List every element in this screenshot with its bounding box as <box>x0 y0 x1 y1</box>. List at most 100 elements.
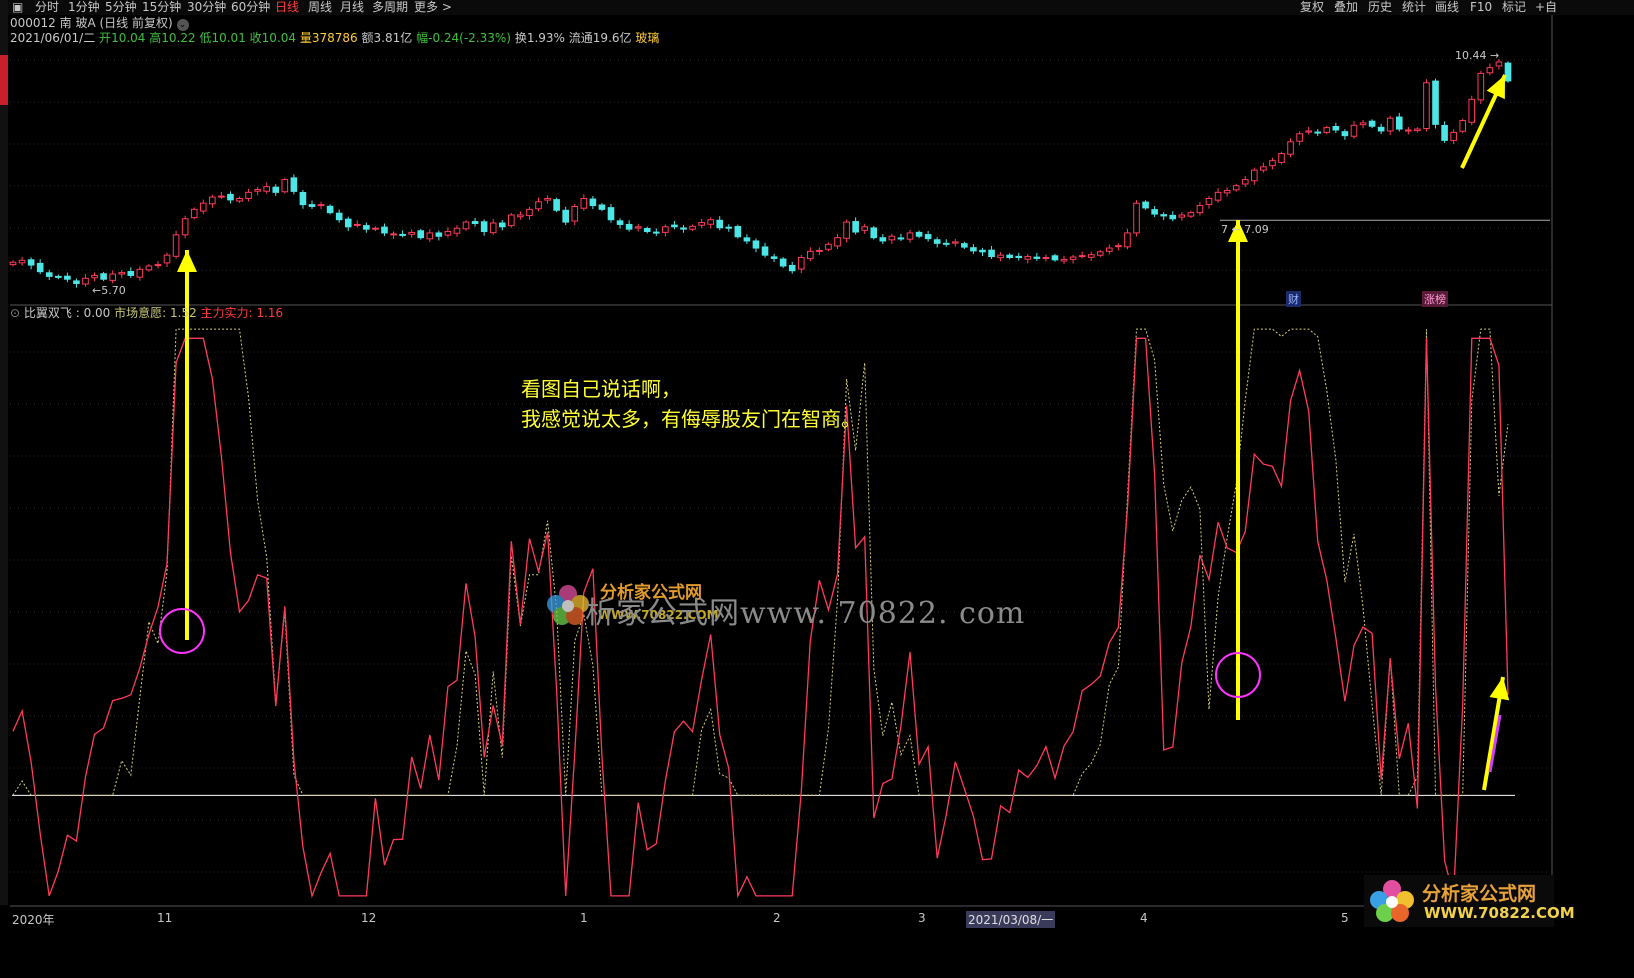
series1-label: 市场意愿: <box>114 306 170 320</box>
candle-body <box>1223 189 1231 194</box>
limit-up-tag[interactable]: 涨榜 <box>1422 291 1448 307</box>
candle-body <box>353 223 361 226</box>
candle-body <box>1414 128 1421 132</box>
corner-logo: 分析家公式网 WWW.70822.COM <box>1364 875 1575 927</box>
candle-body <box>598 204 606 210</box>
candle-body <box>1395 116 1403 130</box>
candlestick-series <box>9 58 1550 288</box>
candle-body <box>390 233 397 236</box>
financial-report-tag[interactable]: 财 <box>1286 291 1301 307</box>
candle-body <box>1124 232 1131 248</box>
candle-body <box>281 179 289 193</box>
high-price-mark: 10.44 → <box>1455 49 1500 62</box>
candle-body <box>924 234 932 240</box>
series2-value: 1.16 <box>256 306 284 320</box>
candle-body <box>671 224 678 228</box>
candle-body <box>1477 72 1485 101</box>
candle-body <box>680 227 687 230</box>
arrow-bottom-right-head <box>1489 677 1510 701</box>
annotation-text: 看图自己说话啊， 我感觉说太多，有侮辱股友门在智商。 <box>521 374 861 434</box>
flower-logo-icon <box>1370 880 1414 922</box>
candle-body <box>344 218 352 228</box>
candle-body <box>308 204 316 208</box>
mid-price-text: 7.09 <box>1244 223 1269 236</box>
indicator-settings-icon[interactable]: ⊙ <box>10 306 20 320</box>
candle-body <box>1341 131 1349 137</box>
candle-body <box>489 222 497 234</box>
candle-body <box>1160 214 1168 217</box>
candle-body <box>36 262 44 273</box>
candle-body <box>1151 209 1158 215</box>
annotation-line-1: 看图自己说话啊， <box>521 377 681 401</box>
candle-body <box>1314 131 1322 134</box>
candle-body <box>1006 254 1013 258</box>
x-axis-tick: 12 <box>361 911 377 925</box>
candle-body <box>616 220 624 225</box>
kline-and-indicator-chart <box>0 0 1553 907</box>
candle-body <box>1015 255 1023 259</box>
candle-body <box>82 277 89 285</box>
candle-body <box>571 206 579 222</box>
candle-body <box>1051 255 1059 261</box>
candle-body <box>1060 258 1068 262</box>
candle-body <box>961 243 968 248</box>
candle-body <box>1106 247 1113 252</box>
candle-body <box>381 226 388 234</box>
candle-body <box>1214 191 1222 201</box>
candle-body <box>18 259 26 264</box>
candle-body <box>1033 256 1041 259</box>
candle-body <box>643 228 651 233</box>
candle-body <box>181 218 189 236</box>
candle-body <box>580 197 588 209</box>
candle-body <box>1232 185 1240 191</box>
candle-body <box>199 202 207 212</box>
candle-body <box>408 231 415 235</box>
candle-body <box>752 240 760 249</box>
candle-body <box>1250 169 1258 182</box>
candle-body <box>508 214 515 227</box>
candle-body <box>970 247 977 252</box>
candle-body <box>1096 251 1104 256</box>
candle-body <box>9 261 17 266</box>
candle-body <box>335 212 343 221</box>
candle-body <box>779 258 787 267</box>
candle-body <box>1296 133 1303 142</box>
candle-body <box>245 191 252 199</box>
candle-body <box>589 198 597 207</box>
low-price-text: 5.70 <box>101 284 126 297</box>
candle-body <box>761 246 769 256</box>
candle-body <box>317 204 325 207</box>
candle-body <box>734 226 742 238</box>
candle-body <box>915 231 923 237</box>
highlight-circle-left <box>159 608 205 654</box>
candle-body <box>272 186 280 193</box>
candle-body <box>979 249 986 253</box>
x-axis-tick: 2020年 <box>12 913 55 927</box>
candle-body <box>190 208 198 219</box>
candle-body <box>1142 201 1149 209</box>
candle-body <box>942 242 950 245</box>
x-axis-tick: 4 <box>1140 911 1148 925</box>
candle-body <box>154 264 162 267</box>
candle-body <box>1069 256 1077 260</box>
candle-body <box>843 221 850 239</box>
high-price-text: 10.44 <box>1455 49 1487 62</box>
candle-body <box>634 226 642 229</box>
candle-body <box>1024 256 1032 260</box>
candle-body <box>109 273 116 281</box>
candle-body <box>27 259 35 266</box>
candle-body <box>218 195 225 198</box>
candle-body <box>1260 166 1267 171</box>
candle-body <box>236 197 243 202</box>
candle-body <box>951 241 959 244</box>
arrow-left-head <box>177 250 197 272</box>
candle-body <box>825 243 832 250</box>
candle-body <box>1278 153 1285 163</box>
candle-body <box>227 193 234 201</box>
candle-body <box>1305 130 1312 133</box>
candle-body <box>498 222 506 228</box>
candle-body <box>435 232 443 237</box>
indicator-name[interactable]: 比翼双飞 <box>24 306 72 320</box>
candle-body <box>73 280 80 284</box>
candle-body <box>698 222 705 226</box>
